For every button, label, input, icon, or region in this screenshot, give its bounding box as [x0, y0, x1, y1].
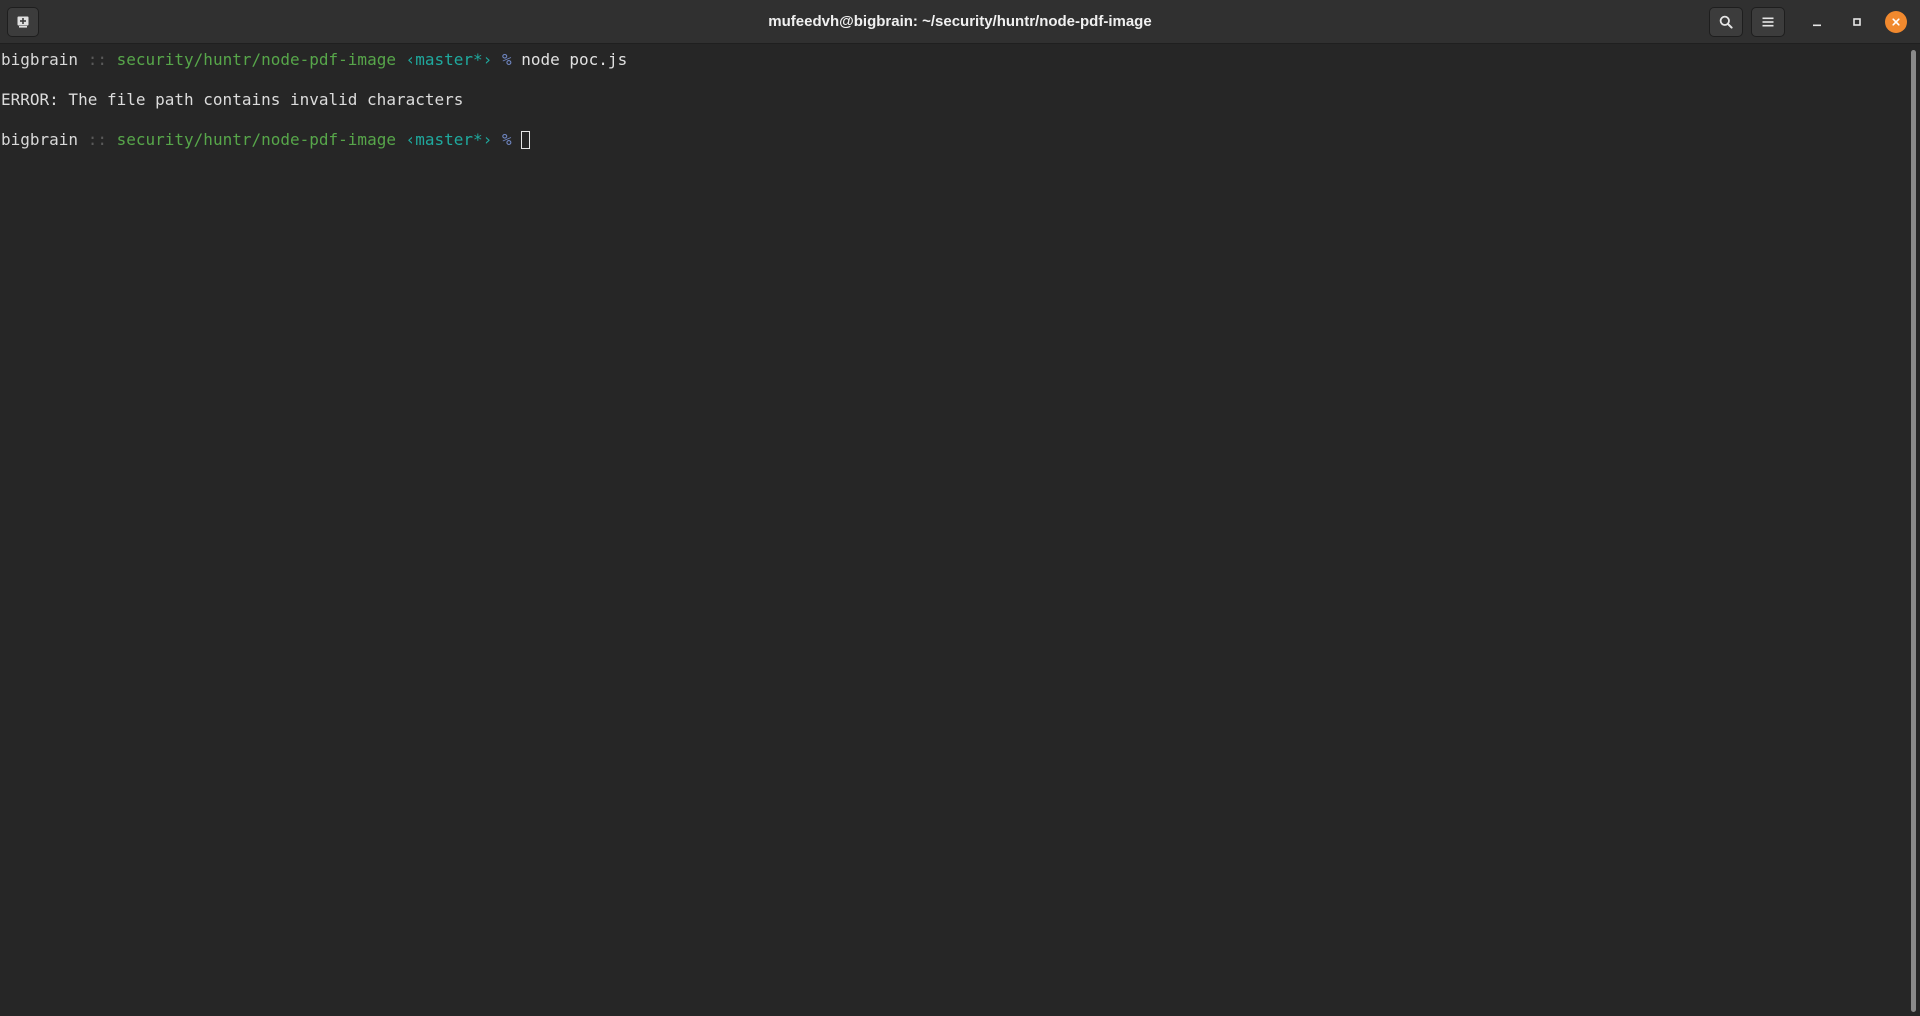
prompt-git-branch: ‹master*›: [405, 130, 493, 149]
title-bar[interactable]: mufeedvh@bigbrain: ~/security/huntr/node…: [0, 0, 1920, 44]
prompt-path: security/huntr/node-pdf-image: [116, 50, 396, 69]
new-tab-icon: [17, 16, 29, 28]
prompt-git-branch: ‹master*›: [405, 50, 493, 69]
window-title: mufeedvh@bigbrain: ~/security/huntr/node…: [768, 13, 1152, 30]
scrollbar[interactable]: [1911, 50, 1916, 1012]
hamburger-menu-icon: [1762, 17, 1774, 27]
prompt-line: bigbrain :: security/huntr/node-pdf-imag…: [0, 130, 1908, 150]
close-icon: [1892, 18, 1900, 26]
prompt-sign: %: [501, 130, 512, 149]
prompt-separator: ::: [87, 130, 107, 149]
prompt-host: bigbrain: [1, 130, 79, 149]
menu-button[interactable]: [1751, 7, 1785, 37]
search-button[interactable]: [1709, 7, 1743, 37]
prompt-sign: %: [501, 50, 512, 69]
terminal-output-area[interactable]: bigbrain :: security/huntr/node-pdf-imag…: [0, 44, 1908, 1016]
prompt-host: bigbrain: [1, 50, 79, 69]
new-tab-button[interactable]: [7, 7, 39, 37]
prompt-line: bigbrain :: security/huntr/node-pdf-imag…: [0, 50, 1908, 70]
terminal-window: mufeedvh@bigbrain: ~/security/huntr/node…: [0, 0, 1920, 1016]
maximize-button[interactable]: [1845, 10, 1869, 34]
output-line: ERROR: The file path contains invalid ch…: [0, 90, 1908, 110]
text-cursor: [521, 131, 531, 149]
close-button[interactable]: [1885, 11, 1907, 33]
prompt-path: security/huntr/node-pdf-image: [116, 130, 396, 149]
command-text: node poc.js: [521, 50, 628, 69]
error-output: ERROR: The file path contains invalid ch…: [1, 90, 464, 109]
prompt-separator: ::: [87, 50, 107, 69]
maximize-icon: [1853, 18, 1861, 26]
search-icon: [1719, 15, 1733, 29]
minimize-icon: [1813, 24, 1821, 27]
minimize-button[interactable]: [1805, 10, 1829, 34]
